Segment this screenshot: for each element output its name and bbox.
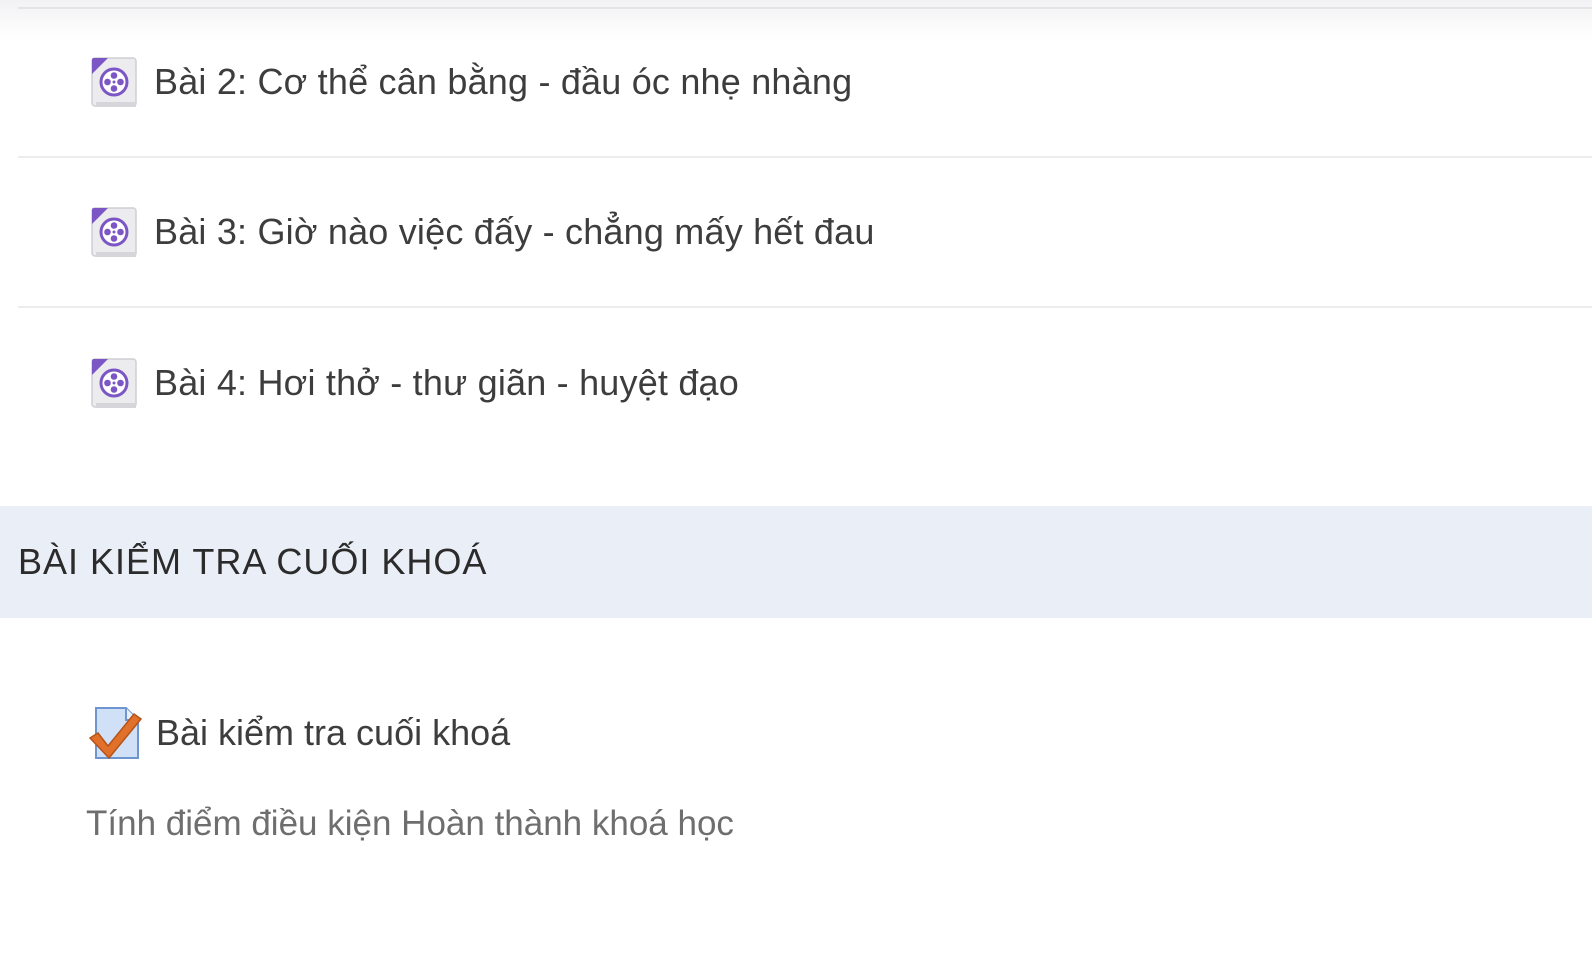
lesson-title[interactable]: Bài 2: Cơ thể cân bằng - đầu óc nhẹ nhàn… — [154, 61, 852, 103]
course-content-page: Bài 2: Cơ thể cân bằng - đầu óc nhẹ nhàn… — [0, 0, 1592, 958]
lesson-item-2[interactable]: Bài 2: Cơ thể cân bằng - đầu óc nhẹ nhàn… — [18, 8, 1592, 158]
lesson-title[interactable]: Bài 4: Hơi thở - thư giãn - huyệt đạo — [154, 362, 739, 404]
lesson-title[interactable]: Bài 3: Giờ nào việc đấy - chẳng mấy hết … — [154, 211, 875, 253]
quiz-title[interactable]: Bài kiểm tra cuối khoá — [156, 712, 510, 754]
video-file-icon — [91, 57, 137, 107]
lesson-item-3[interactable]: Bài 3: Giờ nào việc đấy - chẳng mấy hết … — [18, 158, 1592, 308]
quiz-checkmark-icon — [88, 707, 142, 760]
video-file-icon — [91, 207, 137, 257]
lesson-list: Bài 2: Cơ thể cân bằng - đầu óc nhẹ nhàn… — [0, 8, 1592, 458]
section-header: BÀI KIỂM TRA CUỐI KHOÁ — [0, 506, 1592, 618]
final-quiz-item[interactable]: Bài kiểm tra cuối khoá — [88, 704, 510, 762]
lesson-item-4[interactable]: Bài 4: Hơi thở - thư giãn - huyệt đạo — [18, 308, 1592, 458]
section-title: BÀI KIỂM TRA CUỐI KHOÁ — [18, 541, 488, 582]
video-file-icon — [91, 358, 137, 408]
quiz-description: Tính điểm điều kiện Hoàn thành khoá học — [86, 804, 734, 843]
